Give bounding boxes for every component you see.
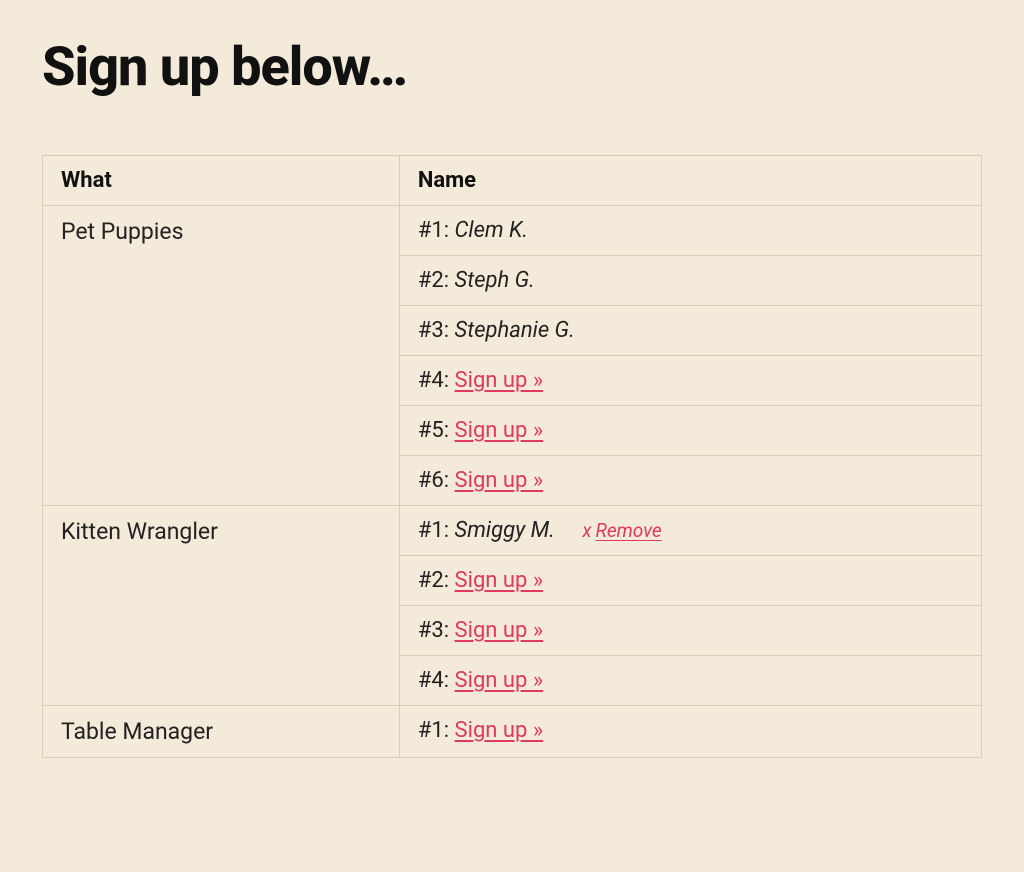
- slot-cell: #6: Sign up »: [399, 456, 981, 506]
- slot-cell: #4: Sign up »: [399, 356, 981, 406]
- slot-number: #5:: [418, 418, 449, 443]
- task-label: Pet Puppies: [43, 206, 400, 506]
- slot-number: #1:: [418, 518, 449, 543]
- column-header-name: Name: [399, 156, 981, 206]
- slot-number: #4:: [418, 668, 449, 693]
- slot-cell: #3: Stephanie G.: [399, 306, 981, 356]
- page-title: Sign up below…: [42, 36, 982, 99]
- slot-cell: #5: Sign up »: [399, 406, 981, 456]
- column-header-what: What: [43, 156, 400, 206]
- slot-cell: #2: Steph G.: [399, 256, 981, 306]
- table-row: Pet Puppies #1: Clem K.: [43, 206, 982, 256]
- slot-number: #3:: [418, 318, 449, 343]
- slot-name: Steph G.: [455, 268, 535, 293]
- slot-number: #2:: [418, 268, 449, 293]
- slot-number: #4:: [418, 368, 449, 393]
- slot-cell: #1: Smiggy M. xRemove: [399, 506, 981, 556]
- task-label: Table Manager: [43, 706, 400, 758]
- table-header-row: What Name: [43, 156, 982, 206]
- signup-link[interactable]: Sign up »: [455, 668, 544, 693]
- slot-name: Smiggy M.: [455, 518, 555, 543]
- slot-number: #1:: [418, 718, 449, 743]
- signup-link[interactable]: Sign up »: [455, 368, 544, 393]
- signup-link[interactable]: Sign up »: [455, 718, 544, 743]
- slot-name: Clem K.: [455, 218, 529, 243]
- page: Sign up below… What Name Pet Puppies #1:…: [0, 0, 1024, 794]
- signup-link[interactable]: Sign up »: [455, 618, 544, 643]
- slot-number: #1:: [418, 218, 449, 243]
- remove-link[interactable]: Remove: [595, 519, 661, 542]
- table-row: Table Manager #1: Sign up »: [43, 706, 982, 758]
- slot-cell: #1: Sign up »: [399, 706, 981, 758]
- signup-link[interactable]: Sign up »: [455, 568, 544, 593]
- signup-link[interactable]: Sign up »: [455, 418, 544, 443]
- signup-table: What Name Pet Puppies #1: Clem K. #2: St…: [42, 155, 982, 758]
- slot-number: #3:: [418, 618, 449, 643]
- table-row: Kitten Wrangler #1: Smiggy M. xRemove: [43, 506, 982, 556]
- slot-cell: #2: Sign up »: [399, 556, 981, 606]
- remove-x-icon: x: [582, 519, 591, 542]
- task-label: Kitten Wrangler: [43, 506, 400, 706]
- slot-cell: #3: Sign up »: [399, 606, 981, 656]
- slot-cell: #4: Sign up »: [399, 656, 981, 706]
- signup-link[interactable]: Sign up »: [455, 468, 544, 493]
- slot-number: #6:: [418, 468, 449, 493]
- slot-name: Stephanie G.: [455, 318, 575, 343]
- slot-cell: #1: Clem K.: [399, 206, 981, 256]
- slot-number: #2:: [418, 568, 449, 593]
- table-body: Pet Puppies #1: Clem K. #2: Steph G. #3:…: [43, 206, 982, 758]
